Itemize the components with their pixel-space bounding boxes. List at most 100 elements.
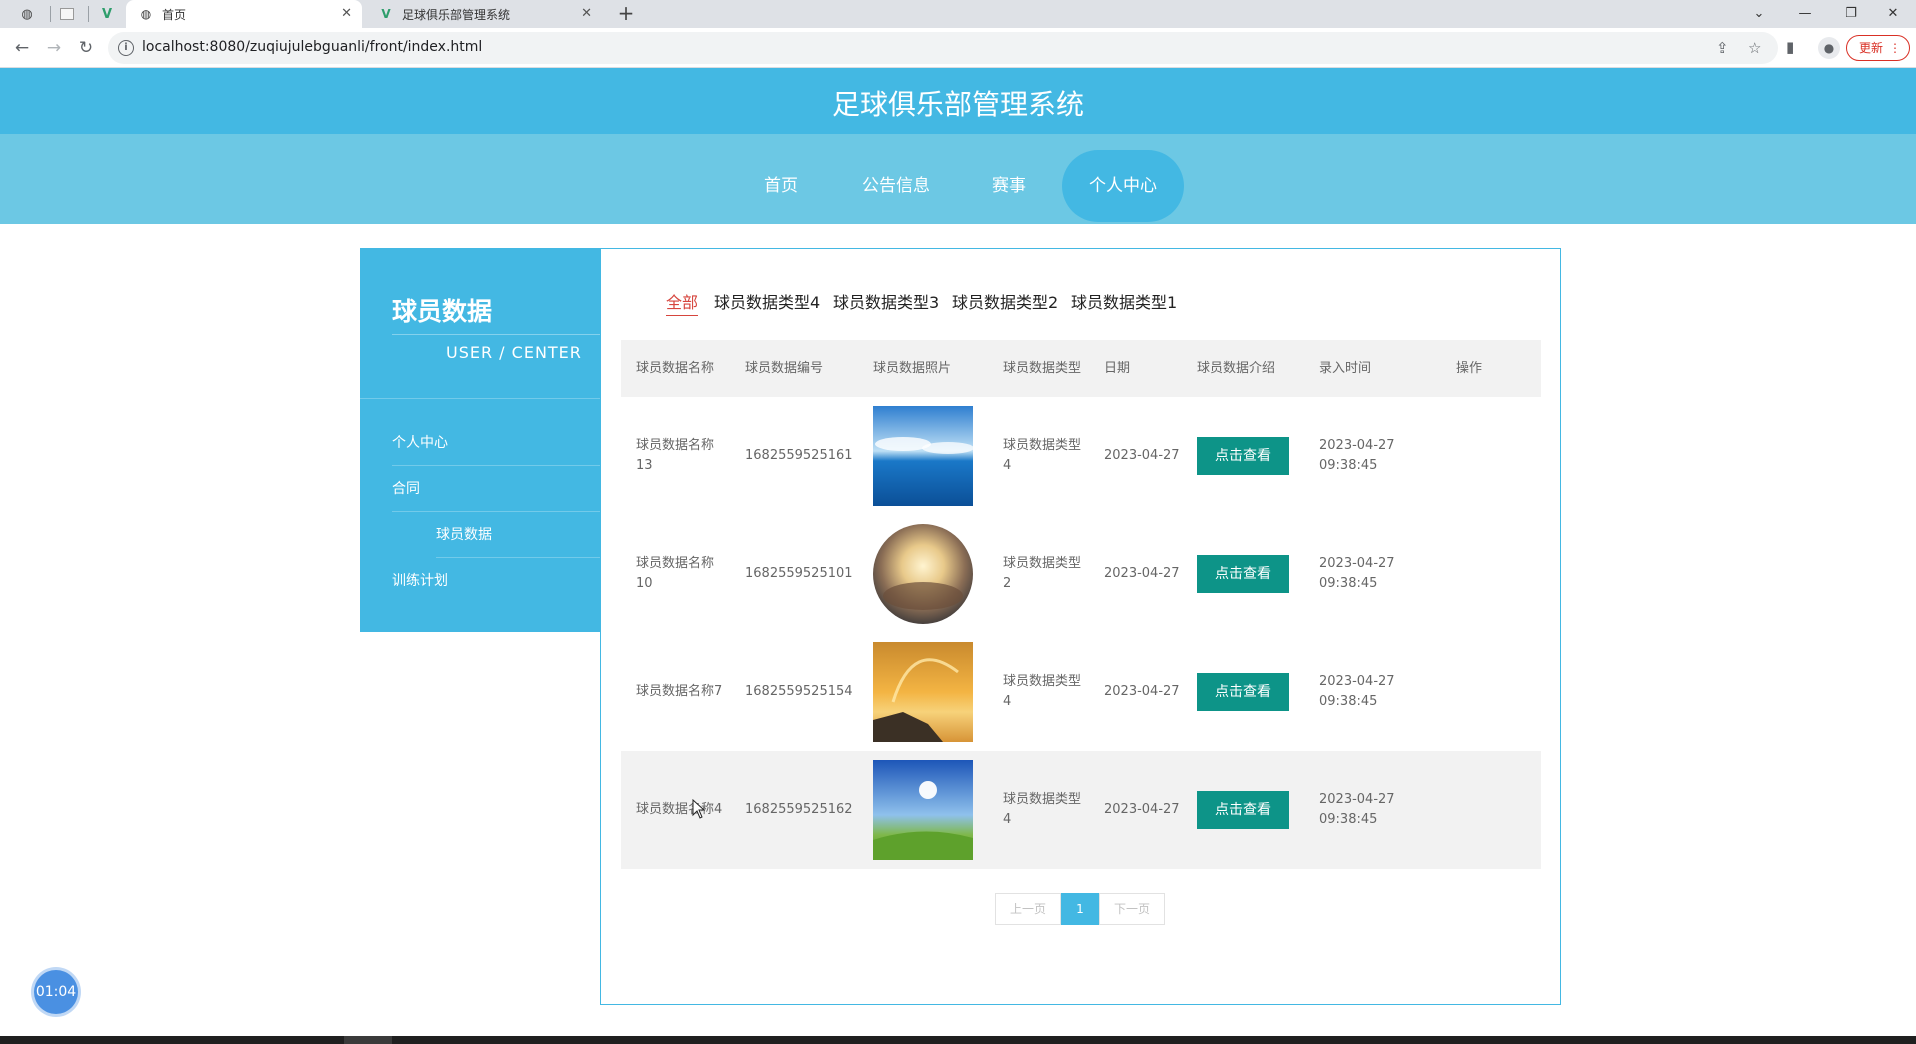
cell-intro: 点击查看	[1182, 633, 1304, 751]
nav-announcements[interactable]: 公告信息	[852, 150, 940, 222]
view-details-button[interactable]: 点击查看	[1197, 555, 1289, 593]
cell-actions	[1441, 633, 1541, 751]
cell-code: 1682559525162	[745, 802, 853, 817]
cell-intro: 点击查看	[1182, 751, 1304, 869]
sidebar-item-contract[interactable]: 合同	[392, 466, 600, 512]
sidebar-item-personal-center[interactable]: 个人中心	[392, 420, 600, 466]
site-header: 足球俱乐部管理系统	[0, 68, 1916, 134]
nav-matches[interactable]: 赛事	[976, 150, 1042, 222]
cell-code: 1682559525154	[745, 684, 853, 699]
cell-code: 1682559525161	[745, 448, 853, 463]
cell-type: 球员数据类型4	[1003, 438, 1082, 473]
table-row[interactable]: 球员数据名称13 1682559525161 球员数据类型4 2023-04-2…	[621, 397, 1541, 515]
globe-icon[interactable]: ◍	[12, 2, 42, 26]
col-header-name: 球员数据名称	[636, 361, 715, 376]
table-row[interactable]: 球员数据名称4 1682559525162 球员数据类型4 2023-04-27	[621, 751, 1541, 869]
col-header-actions: 操作	[1456, 361, 1483, 376]
tab-title: 首页	[162, 7, 187, 22]
page-1-button[interactable]: 1	[1061, 893, 1099, 925]
cell-entry-time: 2023-04-27 09:38:45	[1319, 674, 1395, 709]
mouse-cursor-icon	[692, 799, 706, 819]
col-header-type: 球员数据类型	[1003, 361, 1082, 376]
sidebar: 球员数据 USER / CENTER 个人中心 合同 球员数据 训练计划	[360, 248, 600, 632]
cell-actions	[1441, 515, 1541, 633]
filter-all[interactable]: 全部	[666, 289, 699, 316]
cell-intro: 点击查看	[1182, 397, 1304, 515]
recording-timer[interactable]: 01:04	[34, 970, 78, 1014]
close-tab-icon[interactable]: ✕	[341, 6, 352, 21]
tab-search-chevron-icon[interactable]: ⌄	[1736, 0, 1782, 26]
cell-entry-time: 2023-04-27 09:38:45	[1319, 556, 1395, 591]
col-header-photo: 球员数据照片	[873, 361, 952, 376]
cell-actions	[1441, 751, 1541, 869]
blank-page-icon[interactable]	[52, 2, 82, 26]
cell-date: 2023-04-27	[1104, 566, 1180, 581]
tab-home[interactable]: ◍ 首页 ✕	[126, 0, 362, 28]
restore-icon[interactable]: ❐	[1828, 0, 1874, 26]
col-header-intro: 球员数据介绍	[1197, 361, 1276, 376]
nav-personal-center[interactable]: 个人中心	[1062, 150, 1184, 222]
view-details-button[interactable]: 点击查看	[1197, 791, 1289, 829]
filter-type-2[interactable]: 球员数据类型2	[952, 289, 1058, 313]
forward-arrow-icon[interactable]: →	[42, 36, 66, 60]
tab-separator	[50, 6, 51, 22]
vue-logo-icon: V	[381, 7, 391, 21]
cell-actions	[1441, 397, 1541, 515]
main-nav: 首页 公告信息 赛事 个人中心	[0, 134, 1916, 224]
vue-logo-icon[interactable]: V	[92, 2, 122, 26]
col-header-date: 日期	[1104, 361, 1131, 376]
back-arrow-icon[interactable]: ←	[10, 36, 34, 60]
cell-entry-time: 2023-04-27 09:38:45	[1319, 792, 1395, 827]
grass-sky-photo[interactable]	[873, 760, 973, 860]
menu-dots-icon: ⋮	[1889, 41, 1901, 55]
browser-tab-strip: ◍ V ◍ 首页 ✕ V 足球俱乐部管理系统 ✕ + ⌄ — ❐ ✕	[0, 0, 1916, 28]
address-bar[interactable]: i localhost:8080/zuqiujulebguanli/front/…	[108, 32, 1778, 64]
cell-photo	[858, 397, 988, 515]
site-info-icon[interactable]: i	[118, 40, 134, 56]
minimize-icon[interactable]: —	[1782, 0, 1828, 26]
cell-date: 2023-04-27	[1104, 684, 1180, 699]
profile-avatar-icon[interactable]: ●	[1818, 37, 1840, 59]
tab-separator	[88, 6, 89, 22]
sidebar-item-player-data[interactable]: 球员数据	[436, 512, 600, 558]
desert-sunset-photo[interactable]	[873, 524, 973, 624]
col-header-entry-time: 录入时间	[1319, 361, 1372, 376]
filter-type-4[interactable]: 球员数据类型4	[714, 289, 820, 313]
cell-photo	[858, 751, 988, 869]
next-page-button[interactable]: 下一页	[1099, 893, 1165, 925]
view-details-button[interactable]: 点击查看	[1197, 673, 1289, 711]
cell-photo	[858, 515, 988, 633]
tab-system[interactable]: V 足球俱乐部管理系统 ✕	[366, 0, 602, 28]
view-details-button[interactable]: 点击查看	[1197, 437, 1289, 475]
cell-entry-time: 2023-04-27 09:38:45	[1319, 438, 1395, 473]
nav-home[interactable]: 首页	[748, 150, 814, 222]
col-header-code: 球员数据编号	[745, 361, 824, 376]
sea-sky-photo[interactable]	[873, 406, 973, 506]
reload-icon[interactable]: ↻	[74, 36, 98, 60]
cell-intro: 点击查看	[1182, 515, 1304, 633]
table-row[interactable]: 球员数据名称7 1682559525154 球员数据类型4 2023-04-27	[621, 633, 1541, 751]
cell-name: 球员数据名称13	[636, 438, 715, 473]
side-panel-icon[interactable]: ▮	[1786, 38, 1794, 56]
new-tab-button[interactable]: +	[614, 2, 638, 26]
table-row[interactable]: 球员数据名称10 1682559525101 球员数据类型2 2023-04-2…	[621, 515, 1541, 633]
rainbow-coast-photo[interactable]	[873, 642, 973, 742]
cell-type: 球员数据类型4	[1003, 792, 1082, 827]
taskbar-item[interactable]	[344, 1036, 392, 1044]
bookmark-star-icon[interactable]: ☆	[1748, 39, 1761, 57]
close-tab-icon[interactable]: ✕	[581, 6, 592, 21]
update-button[interactable]: 更新 ⋮	[1846, 35, 1910, 61]
filter-type-3[interactable]: 球员数据类型3	[833, 289, 939, 313]
url-text[interactable]: localhost:8080/zuqiujulebguanli/front/in…	[142, 39, 482, 55]
cell-name: 球员数据名称7	[636, 684, 723, 699]
cell-type: 球员数据类型2	[1003, 556, 1082, 591]
page: 足球俱乐部管理系统 首页 公告信息 赛事 个人中心 球员数据 USER / CE…	[0, 68, 1916, 1036]
sidebar-item-training-plan[interactable]: 训练计划	[392, 558, 600, 604]
filter-type-1[interactable]: 球员数据类型1	[1071, 289, 1177, 313]
divider	[392, 334, 600, 335]
prev-page-button[interactable]: 上一页	[995, 893, 1061, 925]
share-icon[interactable]: ⇪	[1716, 39, 1729, 57]
address-toolbar: ← → ↻ i localhost:8080/zuqiujulebguanli/…	[0, 28, 1916, 68]
close-window-icon[interactable]: ✕	[1870, 0, 1916, 26]
cell-name: 球员数据名称4	[636, 802, 723, 817]
